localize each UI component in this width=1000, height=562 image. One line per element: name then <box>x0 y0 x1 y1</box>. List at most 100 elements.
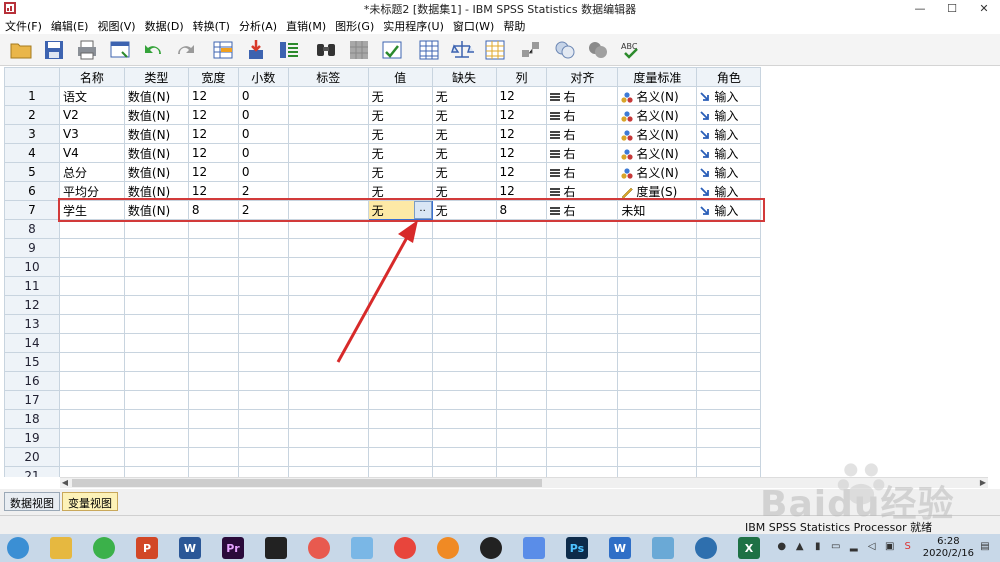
empty-cell[interactable] <box>187 390 239 410</box>
row-number[interactable]: 10 <box>4 257 60 277</box>
chrome-icon[interactable] <box>387 535 423 561</box>
empty-cell[interactable] <box>431 257 497 277</box>
empty-cell[interactable] <box>123 295 189 315</box>
row-number[interactable]: 5 <box>4 162 60 182</box>
cell-missing[interactable]: 无 <box>431 143 497 163</box>
row-number[interactable]: 17 <box>4 390 60 410</box>
empty-cell[interactable] <box>237 390 289 410</box>
empty-cell[interactable] <box>696 238 762 258</box>
menu-window[interactable]: 窗口(W) <box>448 18 498 34</box>
insert-cases-icon[interactable] <box>346 37 372 63</box>
empty-cell[interactable] <box>546 371 619 391</box>
start-icon[interactable] <box>0 535 36 561</box>
redo-icon[interactable] <box>173 37 199 63</box>
empty-cell[interactable] <box>123 466 189 477</box>
variable-row[interactable]: 4 V4 数值(N) 12 0 无 无 12 右 名义(N) 输入 <box>4 143 988 163</box>
empty-cell[interactable] <box>237 238 289 258</box>
empty-row[interactable]: 13 <box>4 314 988 334</box>
empty-cell[interactable] <box>546 409 619 429</box>
empty-cell[interactable] <box>495 314 548 334</box>
cell-missing[interactable]: 无 <box>431 162 497 182</box>
empty-cell[interactable] <box>187 219 239 239</box>
empty-cell[interactable] <box>546 428 619 448</box>
cell-role[interactable]: 输入 <box>696 162 762 182</box>
empty-cell[interactable] <box>367 219 433 239</box>
empty-cell[interactable] <box>58 466 125 477</box>
empty-cell[interactable] <box>617 371 698 391</box>
empty-cell[interactable] <box>237 447 289 467</box>
empty-cell[interactable] <box>495 257 548 277</box>
empty-cell[interactable] <box>123 314 189 334</box>
menu-direct-marketing[interactable]: 直销(M) <box>281 18 330 34</box>
header-values[interactable]: 值 <box>367 67 433 87</box>
empty-cell[interactable] <box>187 276 239 296</box>
empty-cell[interactable] <box>495 276 548 296</box>
empty-cell[interactable] <box>495 352 548 372</box>
empty-cell[interactable] <box>495 409 548 429</box>
empty-cell[interactable] <box>696 257 762 277</box>
empty-cell[interactable] <box>58 314 125 334</box>
row-number[interactable]: 2 <box>4 105 60 125</box>
cell-type[interactable]: 数值(N) <box>123 162 189 182</box>
usb-icon[interactable]: ▮ <box>811 541 825 555</box>
empty-cell[interactable] <box>696 333 762 353</box>
header-decimals[interactable]: 小数 <box>237 67 289 87</box>
scrollbar-thumb[interactable] <box>72 479 542 487</box>
row-number[interactable]: 12 <box>4 295 60 315</box>
empty-row[interactable]: 19 <box>4 428 988 448</box>
cell-values[interactable]: 无 <box>367 143 433 163</box>
scroll-left-icon[interactable]: ◀ <box>60 478 70 488</box>
save-icon[interactable] <box>41 37 67 63</box>
empty-cell[interactable] <box>495 390 548 410</box>
empty-cell[interactable] <box>237 428 289 448</box>
empty-cell[interactable] <box>58 333 125 353</box>
empty-cell[interactable] <box>367 238 433 258</box>
empty-cell[interactable] <box>187 428 239 448</box>
empty-cell[interactable] <box>431 295 497 315</box>
empty-cell[interactable] <box>546 295 619 315</box>
empty-cell[interactable] <box>617 238 698 258</box>
empty-cell[interactable] <box>123 447 189 467</box>
feishu-icon[interactable] <box>516 535 552 561</box>
empty-cell[interactable] <box>287 447 369 467</box>
menu-file[interactable]: 文件(F) <box>0 18 46 34</box>
empty-cell[interactable] <box>617 276 698 296</box>
empty-cell[interactable] <box>696 409 762 429</box>
empty-cell[interactable] <box>495 333 548 353</box>
empty-row[interactable]: 14 <box>4 333 988 353</box>
empty-cell[interactable] <box>367 333 433 353</box>
empty-row[interactable]: 18 <box>4 409 988 429</box>
menu-view[interactable]: 视图(V) <box>92 18 139 34</box>
menu-analyze[interactable]: 分析(A) <box>234 18 281 34</box>
cell-decimals[interactable]: 0 <box>237 124 289 144</box>
cell-missing[interactable]: 无 <box>431 124 497 144</box>
empty-cell[interactable] <box>187 447 239 467</box>
cell-label[interactable] <box>287 143 369 163</box>
network-icon[interactable]: ▂ <box>847 541 861 555</box>
cell-values[interactable]: 无 <box>367 162 433 182</box>
empty-cell[interactable] <box>617 409 698 429</box>
header-columns[interactable]: 列 <box>495 67 548 87</box>
monitor-icon[interactable]: ▣ <box>883 541 897 555</box>
cell-columns[interactable]: 12 <box>495 86 548 106</box>
empty-cell[interactable] <box>617 295 698 315</box>
video-editor-icon[interactable] <box>258 535 294 561</box>
tab-data-view[interactable]: 数据视图 <box>4 492 60 511</box>
insert-variable-icon[interactable] <box>379 37 405 63</box>
empty-cell[interactable] <box>431 333 497 353</box>
empty-row[interactable]: 10 <box>4 257 988 277</box>
empty-cell[interactable] <box>617 352 698 372</box>
cell-decimals[interactable]: 0 <box>237 105 289 125</box>
notifications-icon[interactable]: ▤ <box>978 541 992 555</box>
header-name[interactable]: 名称 <box>58 67 125 87</box>
cell-align[interactable]: 右 <box>546 105 619 125</box>
empty-cell[interactable] <box>696 352 762 372</box>
empty-cell[interactable] <box>58 447 125 467</box>
cell-width[interactable]: 12 <box>187 105 239 125</box>
empty-cell[interactable] <box>617 390 698 410</box>
row-number[interactable]: 4 <box>4 143 60 163</box>
scroll-right-icon[interactable]: ▶ <box>978 478 988 488</box>
variable-row[interactable]: 3 V3 数值(N) 12 0 无 无 12 右 名义(N) 输入 <box>4 124 988 144</box>
cell-missing[interactable]: 无 <box>431 86 497 106</box>
empty-cell[interactable] <box>431 390 497 410</box>
